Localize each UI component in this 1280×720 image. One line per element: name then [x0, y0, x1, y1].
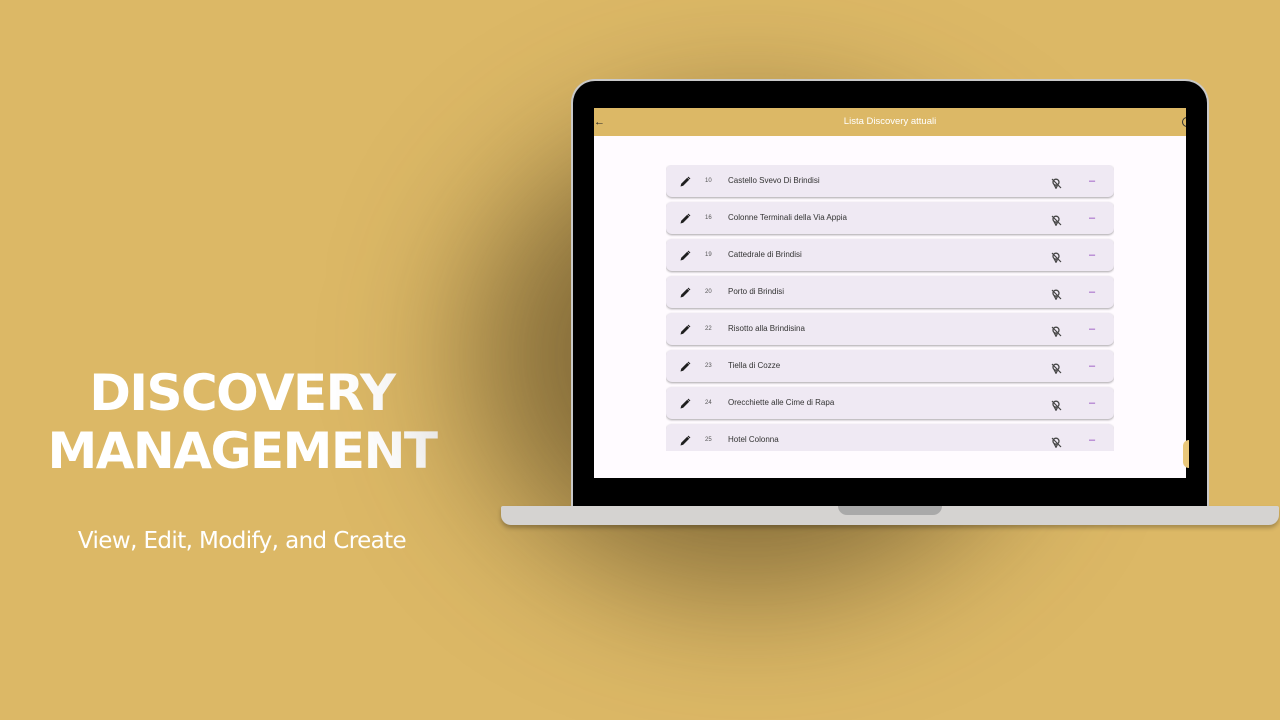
minus-icon[interactable]: –	[1087, 239, 1097, 271]
minus-icon[interactable]: –	[1087, 424, 1097, 451]
minus-icon[interactable]: –	[1087, 276, 1097, 308]
minus-icon[interactable]: –	[1087, 313, 1097, 345]
list-item[interactable]: 23 Tiella di Cozze –	[666, 350, 1114, 382]
list-item[interactable]: 10 Castello Svevo Di Brindisi –	[666, 165, 1114, 197]
list-item[interactable]: 19 Cattedrale di Brindisi –	[666, 239, 1114, 271]
discovery-id: 20	[705, 289, 712, 295]
location-off-icon[interactable]	[1051, 213, 1062, 227]
discovery-id: 22	[705, 326, 712, 332]
discovery-id: 19	[705, 252, 712, 258]
location-off-icon[interactable]	[1051, 398, 1062, 412]
pencil-icon[interactable]	[679, 286, 691, 298]
list-item[interactable]: 25 Hotel Colonna –	[666, 424, 1114, 451]
pencil-icon[interactable]	[679, 434, 691, 446]
hero-title-line-1: DISCOVERY	[89, 364, 396, 422]
pencil-icon[interactable]	[679, 249, 691, 261]
circle-icon[interactable]	[1182, 117, 1186, 127]
discovery-name: Cattedrale di Brindisi	[728, 250, 802, 259]
pencil-icon[interactable]	[679, 397, 691, 409]
app-screen: Lista Discovery attuali ← 10 Castello Sve…	[594, 108, 1186, 478]
discovery-id: 23	[705, 363, 712, 369]
pencil-icon[interactable]	[679, 212, 691, 224]
app-bar: Lista Discovery attuali ←	[594, 108, 1186, 136]
floating-action-button[interactable]	[1183, 440, 1189, 468]
discovery-name: Porto di Brindisi	[728, 287, 785, 296]
discovery-id: 25	[705, 437, 712, 443]
discovery-id: 24	[705, 400, 712, 406]
pencil-icon[interactable]	[679, 323, 691, 335]
location-off-icon[interactable]	[1051, 250, 1062, 264]
minus-icon[interactable]: –	[1087, 350, 1097, 382]
hero-title: DISCOVERY MANAGEMENT	[0, 364, 484, 480]
minus-icon[interactable]: –	[1087, 202, 1097, 234]
minus-icon[interactable]: –	[1087, 165, 1097, 197]
discovery-name: Hotel Colonna	[728, 435, 779, 444]
pencil-icon[interactable]	[679, 175, 691, 187]
location-off-icon[interactable]	[1051, 176, 1062, 190]
laptop-notch	[838, 506, 942, 515]
discovery-name: Orecchiette alle Cime di Rapa	[728, 398, 835, 407]
hero-subtitle: View, Edit, Modify, and Create	[77, 528, 407, 554]
location-off-icon[interactable]	[1051, 287, 1062, 301]
app-title: Lista Discovery attuali	[843, 116, 937, 127]
discovery-id: 10	[705, 178, 712, 184]
discovery-id: 16	[705, 215, 712, 221]
arrow-left-icon[interactable]: ←	[594, 115, 606, 129]
list-item[interactable]: 20 Porto di Brindisi –	[666, 276, 1114, 308]
location-off-icon[interactable]	[1051, 361, 1062, 375]
discovery-name: Colonne Terminali della Via Appia	[728, 213, 847, 222]
discovery-name: Risotto alla Brindisina	[728, 324, 805, 333]
list-item[interactable]: 22 Risotto alla Brindisina –	[666, 313, 1114, 345]
location-off-icon[interactable]	[1051, 324, 1062, 338]
minus-icon[interactable]: –	[1087, 387, 1097, 419]
pencil-icon[interactable]	[679, 360, 691, 372]
hero-title-line-2: MANAGEMENT	[47, 422, 438, 480]
discovery-name: Tiella di Cozze	[728, 361, 781, 370]
list-item[interactable]: 24 Orecchiette alle Cime di Rapa –	[666, 387, 1114, 419]
location-off-icon[interactable]	[1051, 435, 1062, 449]
list-item[interactable]: 16 Colonne Terminali della Via Appia –	[666, 202, 1114, 234]
discovery-list: 10 Castello Svevo Di Brindisi – 16 Colonne T…	[666, 165, 1114, 451]
discovery-name: Castello Svevo Di Brindisi	[728, 176, 820, 185]
